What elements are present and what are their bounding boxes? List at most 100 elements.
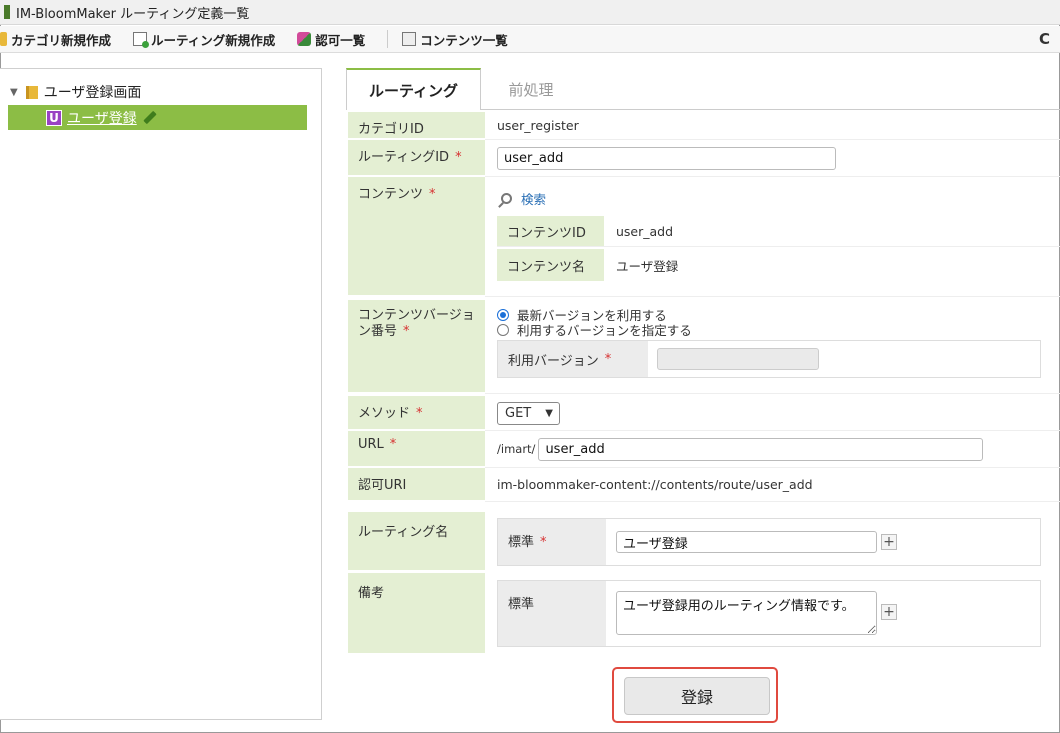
url-prefix: /imart/ bbox=[497, 442, 536, 456]
row-routing-name: ルーティング名 標準 * + bbox=[348, 512, 1060, 572]
required-mark: * bbox=[455, 150, 462, 165]
row-routing-id: ルーティングID * bbox=[348, 140, 1060, 177]
radio-latest[interactable] bbox=[497, 308, 509, 321]
url-label-cell: URL * bbox=[348, 431, 485, 468]
folder-icon bbox=[0, 32, 7, 46]
tree-pane: ▼ ユーザ登録画面 U ユーザ登録 bbox=[0, 68, 322, 720]
auth-list-label: 認可一覧 bbox=[315, 32, 366, 48]
add-language-button[interactable]: + bbox=[881, 534, 897, 550]
note-cell: 標準 ユーザ登録用のルーティング情報です。 + bbox=[485, 573, 1060, 655]
required-mark: * bbox=[389, 437, 397, 452]
content-list-icon bbox=[402, 32, 417, 46]
content-id-value: user_add bbox=[616, 223, 674, 239]
required-mark: * bbox=[604, 351, 612, 367]
content-list-label: コンテンツ一覧 bbox=[420, 32, 508, 48]
method-label-cell: メソッド * bbox=[348, 396, 485, 431]
note-label: 備考 bbox=[348, 573, 485, 655]
auth-uri-value: im-bloommaker-content://contents/route/u… bbox=[485, 468, 1060, 502]
row-content-version: コンテンツバージョン番号 * 最新バージョンを利用する 利用するバージョンを指定す… bbox=[348, 300, 1060, 394]
tree-node-user-register-screen[interactable]: ▼ ユーザ登録画面 bbox=[10, 82, 141, 102]
row-category-id: カテゴリID user_register bbox=[348, 112, 1060, 140]
content-list-button[interactable]: コンテンツ一覧 bbox=[402, 30, 508, 49]
use-version-box: 利用バージョン * bbox=[497, 340, 1041, 378]
new-category-button[interactable]: カテゴリ新規作成 bbox=[0, 30, 111, 49]
content-label-cell: コンテンツ * bbox=[348, 177, 485, 297]
row-method: メソッド * GET ▼ bbox=[348, 396, 1060, 431]
routing-name-cell: 標準 * + bbox=[485, 512, 1060, 572]
tree-node-user-register[interactable]: U ユーザ登録 bbox=[8, 105, 307, 130]
auth-list-button[interactable]: 認可一覧 bbox=[297, 30, 365, 49]
routing-id-label-cell: ルーティングID * bbox=[348, 140, 485, 177]
content-search-link[interactable]: 検索 bbox=[501, 189, 1060, 208]
category-id-label: カテゴリID bbox=[348, 112, 485, 140]
url-cell: /imart/ bbox=[485, 431, 1060, 468]
register-button[interactable]: 登録 bbox=[624, 677, 770, 715]
method-value: GET bbox=[505, 405, 532, 421]
content-name-label: コンテンツ名 bbox=[497, 249, 604, 281]
tree-selected-label[interactable]: ユーザ登録 bbox=[67, 108, 137, 128]
version-label: コンテンツバージョン番号 bbox=[358, 308, 475, 339]
note-textarea[interactable]: ユーザ登録用のルーティング情報です。 bbox=[616, 591, 877, 635]
url-input[interactable] bbox=[538, 437, 984, 461]
tab-routing[interactable]: ルーティング bbox=[346, 68, 481, 110]
method-select[interactable]: GET ▼ bbox=[497, 401, 560, 425]
content-id-row: コンテンツID user_add bbox=[497, 216, 1060, 247]
content-id-label: コンテンツID bbox=[497, 216, 604, 246]
use-version-label-cell: 利用バージョン * bbox=[498, 341, 648, 377]
refresh-icon[interactable]: C bbox=[1039, 30, 1050, 48]
routing-name-label: ルーティング名 bbox=[348, 512, 485, 572]
routing-id-cell bbox=[485, 140, 1060, 177]
version-option-specify-label: 利用するバージョンを指定する bbox=[517, 323, 692, 338]
version-option-specify[interactable]: 利用するバージョンを指定する bbox=[497, 322, 1060, 338]
use-version-input[interactable] bbox=[657, 348, 819, 370]
add-language-button[interactable]: + bbox=[881, 604, 897, 620]
version-label-cell: コンテンツバージョン番号 * bbox=[348, 300, 485, 394]
content-name-row: コンテンツ名 ユーザ登録 bbox=[497, 249, 1060, 281]
routing-name-standard-label: 標準 bbox=[508, 535, 535, 550]
auth-uri-label: 認可URI bbox=[348, 468, 485, 502]
tab-underline bbox=[481, 109, 1060, 110]
auth-icon bbox=[297, 32, 312, 46]
new-category-label: カテゴリ新規作成 bbox=[11, 32, 112, 48]
register-button-highlight: 登録 bbox=[612, 667, 778, 723]
new-document-icon bbox=[133, 32, 150, 48]
title-bar: IM-BloomMaker ルーティング定義一覧 bbox=[0, 0, 1060, 25]
toolbar-divider bbox=[387, 30, 389, 48]
required-mark: * bbox=[429, 187, 436, 202]
routing-name-box: 標準 * + bbox=[497, 518, 1041, 566]
chevron-down-icon: ▼ bbox=[545, 407, 553, 419]
search-link-label: 検索 bbox=[521, 192, 547, 207]
edit-pencil-icon bbox=[143, 110, 157, 125]
routing-id-input[interactable] bbox=[497, 146, 836, 170]
search-icon bbox=[501, 193, 512, 204]
routing-id-label: ルーティングID bbox=[358, 150, 450, 165]
routing-name-input-cell: + bbox=[606, 519, 897, 565]
content-name-value: ユーザ登録 bbox=[616, 258, 679, 274]
row-content: コンテンツ * 検索 コンテンツID user_add コンテンツ名 ユーザ登録 bbox=[348, 177, 1060, 297]
required-mark: * bbox=[403, 324, 410, 339]
routing-name-input[interactable] bbox=[616, 531, 877, 553]
routing-u-icon: U bbox=[46, 109, 62, 126]
use-version-cell bbox=[648, 341, 819, 377]
row-note: 備考 標準 ユーザ登録用のルーティング情報です。 + bbox=[348, 573, 1060, 655]
note-box: 標準 ユーザ登録用のルーティング情報です。 + bbox=[497, 580, 1041, 647]
method-cell: GET ▼ bbox=[485, 396, 1060, 431]
app-icon bbox=[4, 5, 10, 19]
tree-root-label: ユーザ登録画面 bbox=[43, 85, 142, 101]
required-mark: * bbox=[540, 535, 547, 550]
radio-specify[interactable] bbox=[497, 323, 509, 336]
collapse-triangle-icon[interactable]: ▼ bbox=[10, 87, 18, 98]
window-title: IM-BloomMaker ルーティング定義一覧 bbox=[16, 6, 250, 22]
content-label: コンテンツ bbox=[358, 187, 424, 202]
note-standard-label: 標準 bbox=[498, 581, 606, 646]
row-auth-uri: 認可URI im-bloommaker-content://contents/r… bbox=[348, 468, 1060, 502]
tab-preprocess[interactable]: 前処理 bbox=[481, 68, 581, 110]
new-routing-button[interactable]: ルーティング新規作成 bbox=[133, 30, 275, 49]
category-id-value: user_register bbox=[485, 112, 1060, 140]
row-url: URL * /imart/ bbox=[348, 431, 1060, 468]
folder-icon bbox=[25, 85, 38, 99]
content-cell: 検索 コンテンツID user_add コンテンツ名 ユーザ登録 bbox=[485, 177, 1060, 297]
use-version-label: 利用バージョン bbox=[508, 353, 599, 369]
new-routing-label: ルーティング新規作成 bbox=[151, 32, 276, 48]
version-cell: 最新バージョンを利用する 利用するバージョンを指定する 利用バージョン * bbox=[485, 300, 1060, 394]
